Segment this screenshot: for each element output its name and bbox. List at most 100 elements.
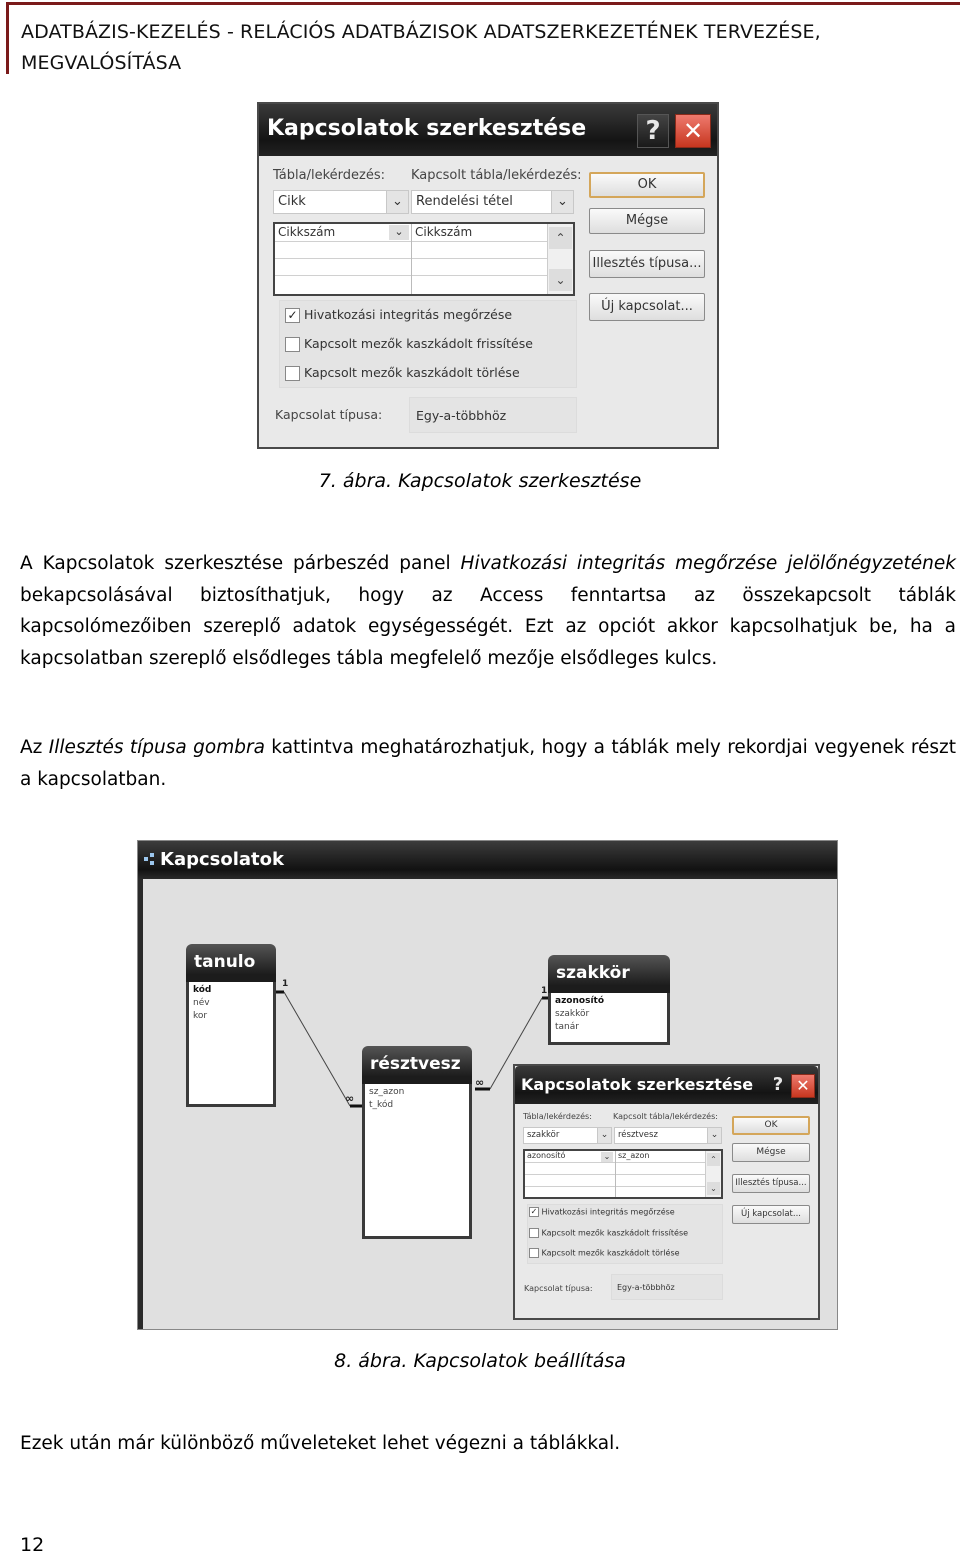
related-table-label: Kapcsolt tábla/lekérdezés:	[613, 1112, 718, 1121]
table-tanulo[interactable]: tanulo kód név kor	[186, 944, 276, 1107]
checkbox-checked-icon[interactable]: ✓	[285, 308, 300, 323]
paragraph-closing: Ezek után már különböző műveleteket lehe…	[20, 1433, 621, 1454]
cancel-button[interactable]: Mégse	[732, 1143, 810, 1162]
scroll-up-icon[interactable]: ⌃	[707, 1153, 720, 1166]
checkbox-checked-icon[interactable]: ✓	[529, 1207, 539, 1217]
chevron-down-icon[interactable]: ⌄	[601, 1152, 613, 1162]
table-label: Tábla/lekérdezés:	[273, 168, 385, 183]
checkbox-unchecked-icon[interactable]	[529, 1228, 539, 1238]
cardinality-many: ∞	[345, 1092, 355, 1105]
table-field[interactable]: kor	[193, 1011, 207, 1021]
scroll-down-icon[interactable]: ⌄	[549, 269, 572, 291]
table-szakkor[interactable]: szakkör azonosító szakkör tanár	[548, 955, 670, 1045]
paragraph-join-type: Az Illesztés típusa gombra kattintva meg…	[20, 732, 956, 795]
header-title-line1: ADATBÁZIS-KEZELÉS - RELÁCIÓS ADATBÁZISOK…	[21, 21, 821, 43]
checkbox-cascade-update[interactable]: Kapcsolt mezők kaszkádolt frissítése	[285, 336, 533, 352]
checkbox-referential-integrity[interactable]: ✓ Hivatkozási integritás megőrzése	[529, 1207, 675, 1217]
scroll-up-icon[interactable]: ⌃	[549, 227, 572, 249]
para1-text-end: bekapcsolásával biztosíthatjuk, hogy az …	[20, 584, 956, 669]
table-field[interactable]: sz_azon	[369, 1087, 404, 1097]
para2-emphasis: Illesztés típusa gombra	[48, 737, 265, 758]
checkbox-unchecked-icon[interactable]	[529, 1248, 539, 1258]
related-table-select[interactable]: résztvesz ⌄	[614, 1127, 722, 1144]
table-select[interactable]: Cikk ⌄	[273, 190, 409, 214]
relationships-window: Kapcsolatok 1 ∞ 1 ∞ tanulo kód név kor s…	[137, 840, 838, 1330]
table-field[interactable]: szakkör	[555, 1009, 589, 1019]
chevron-down-icon[interactable]: ⌄	[386, 191, 408, 213]
relation-line-tanulo-resztvesz	[283, 991, 351, 1107]
cardinality-one: 1	[541, 986, 548, 996]
help-icon[interactable]: ?	[637, 114, 669, 148]
table-resztvesz[interactable]: résztvesz sz_azon t_kód	[362, 1046, 472, 1239]
cardinality-many: ∞	[475, 1076, 485, 1089]
chevron-down-icon[interactable]: ⌄	[551, 191, 573, 213]
related-table-select-value: Rendelési tétel	[416, 194, 513, 209]
figure7-caption: 7. ábra. Kapcsolatok szerkesztése	[318, 470, 642, 492]
checkbox-unchecked-icon[interactable]	[285, 337, 300, 352]
grid-column-divider	[615, 1151, 616, 1197]
join-type-button[interactable]: Illesztés típusa...	[732, 1174, 810, 1193]
table-select-value: szakkör	[527, 1130, 560, 1140]
table-header[interactable]: szakkör	[548, 955, 670, 993]
grid-cell-left[interactable]: Cikkszám	[278, 225, 335, 239]
field-grid: Cikkszám ⌄ Cikkszám ⌃ ⌄	[273, 222, 575, 296]
checkbox-referential-integrity[interactable]: ✓ Hivatkozási integritás megőrzése	[285, 307, 512, 323]
close-icon[interactable]: ✕	[675, 114, 711, 148]
checkbox-unchecked-icon[interactable]	[285, 366, 300, 381]
checkbox-cascade-delete[interactable]: Kapcsolt mezők kaszkádolt törlése	[529, 1248, 680, 1258]
related-table-select-value: résztvesz	[618, 1130, 658, 1140]
grid-scrollbar[interactable]: ⌃ ⌄	[705, 1151, 721, 1197]
relation-type-label: Kapcsolat típusa:	[275, 407, 383, 422]
table-field[interactable]: név	[193, 998, 210, 1008]
para1-emphasis: Hivatkozási integritás megőrzése jelölőn…	[460, 553, 956, 574]
chevron-down-icon[interactable]: ⌄	[389, 225, 409, 240]
table-label: Tábla/lekérdezés:	[523, 1112, 592, 1121]
table-field[interactable]: t_kód	[369, 1100, 393, 1110]
dialog-title: Kapcsolatok szerkesztése	[521, 1075, 754, 1094]
edit-relationships-dialog-small: Kapcsolatok szerkesztése ? ✕ Tábla/lekér…	[513, 1064, 820, 1320]
table-header[interactable]: tanulo	[186, 944, 276, 982]
grid-scrollbar[interactable]: ⌃ ⌄	[547, 224, 573, 294]
new-relation-button[interactable]: Új kapcsolat...	[732, 1205, 810, 1224]
relation-type-value: Egy-a-többhöz	[611, 1274, 723, 1300]
grid-cell-left[interactable]: azonosító	[527, 1151, 565, 1160]
close-icon[interactable]: ✕	[791, 1074, 815, 1098]
table-select-value: Cikk	[278, 194, 306, 209]
para2-text-start: Az	[20, 737, 49, 758]
dialog-titlebar: Kapcsolatok szerkesztése ? ✕	[515, 1066, 818, 1104]
dialog-title: Kapcsolatok szerkesztése	[267, 116, 587, 141]
join-type-button[interactable]: Illesztés típusa...	[589, 250, 705, 278]
checkbox-label: Kapcsolt mezők kaszkádolt frissítése	[541, 1228, 689, 1238]
cancel-button[interactable]: Mégse	[589, 208, 705, 234]
ok-button[interactable]: OK	[732, 1116, 810, 1135]
page-number: 12	[20, 1534, 45, 1556]
table-field[interactable]: azonosító	[555, 996, 604, 1006]
chevron-down-icon[interactable]: ⌄	[597, 1128, 611, 1143]
related-table-select[interactable]: Rendelési tétel ⌄	[411, 190, 574, 214]
checkbox-cascade-update[interactable]: Kapcsolt mezők kaszkádolt frissítése	[529, 1228, 688, 1238]
table-header[interactable]: résztvesz	[362, 1046, 472, 1084]
table-field[interactable]: tanár	[555, 1022, 579, 1032]
grid-column-divider	[411, 224, 412, 294]
grid-cell-right[interactable]: Cikkszám	[415, 225, 472, 239]
page-header: ADATBÁZIS-KEZELÉS - RELÁCIÓS ADATBÁZISOK…	[6, 2, 960, 74]
checkbox-label: Kapcsolt mezők kaszkádolt törlése	[303, 365, 520, 380]
checkbox-label: Kapcsolt mezők kaszkádolt törlése	[541, 1248, 680, 1258]
cardinality-one: 1	[282, 979, 289, 989]
chevron-down-icon[interactable]: ⌄	[707, 1128, 721, 1143]
table-select[interactable]: szakkör ⌄	[523, 1127, 612, 1144]
para1-text-start: A Kapcsolatok szerkesztése párbeszéd pan…	[20, 553, 461, 574]
checkbox-label: Kapcsolt mezők kaszkádolt frissítése	[303, 336, 533, 351]
relation-type-label: Kapcsolat típusa:	[524, 1284, 593, 1293]
related-table-label: Kapcsolt tábla/lekérdezés:	[411, 168, 582, 183]
ok-button[interactable]: OK	[589, 172, 705, 198]
figure8-caption: 8. ábra. Kapcsolatok beállítása	[334, 1350, 626, 1372]
checkbox-label: Hivatkozási integritás megőrzése	[541, 1207, 675, 1217]
grid-cell-right[interactable]: sz_azon	[618, 1151, 649, 1160]
new-relation-button[interactable]: Új kapcsolat...	[589, 293, 705, 321]
table-field[interactable]: kód	[193, 985, 211, 995]
paragraph-referential-integrity: A Kapcsolatok szerkesztése párbeszéd pan…	[20, 548, 956, 674]
checkbox-cascade-delete[interactable]: Kapcsolt mezők kaszkádolt törlése	[285, 365, 520, 381]
help-icon[interactable]: ?	[767, 1074, 789, 1098]
scroll-down-icon[interactable]: ⌄	[707, 1182, 720, 1195]
